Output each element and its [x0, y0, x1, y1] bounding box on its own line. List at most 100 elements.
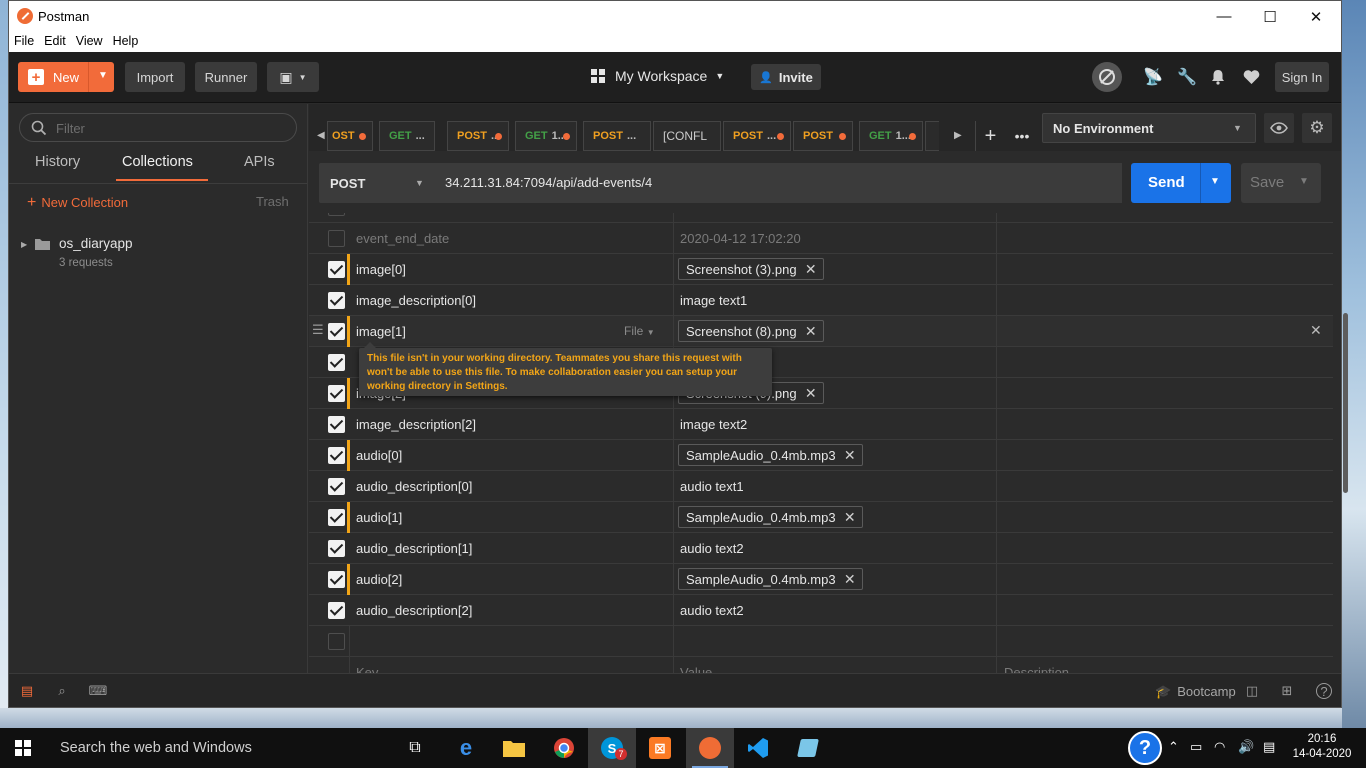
remove-file-icon[interactable]: ✕: [844, 509, 856, 526]
table-row[interactable]: image[0] Screenshot (3).png ✕: [309, 254, 1333, 285]
table-row[interactable]: audio[1] SampleAudio_0.4mb.mp3 ✕: [309, 502, 1333, 533]
param-key[interactable]: audio_description[2]: [356, 603, 472, 618]
value-placeholder[interactable]: Value: [680, 665, 712, 673]
request-tab-partial[interactable]: [925, 121, 939, 151]
close-window-button[interactable]: ✕: [1293, 1, 1339, 32]
save-button[interactable]: Save ▼: [1241, 163, 1321, 203]
row-checkbox[interactable]: [328, 292, 345, 309]
tab-history[interactable]: History: [35, 154, 80, 170]
sign-in-button[interactable]: Sign In: [1275, 62, 1329, 92]
add-tab-button[interactable]: +: [975, 121, 1005, 151]
action-center-icon[interactable]: ▤: [1263, 739, 1275, 755]
table-row[interactable]: audio[2] SampleAudio_0.4mb.mp3 ✕: [309, 564, 1333, 595]
app-icon[interactable]: [784, 728, 832, 768]
gear-icon[interactable]: ⚙: [1302, 113, 1332, 143]
help-icon[interactable]: ?: [1316, 683, 1332, 699]
param-key[interactable]: audio[0]: [356, 448, 402, 463]
bell-icon[interactable]: [1207, 66, 1229, 88]
new-button[interactable]: + New ▼: [18, 62, 114, 92]
maximize-button[interactable]: ☐: [1247, 1, 1293, 32]
row-checkbox[interactable]: [328, 416, 345, 433]
chevron-up-icon[interactable]: ⌃: [1168, 739, 1179, 755]
request-tab[interactable]: [CONFL: [653, 121, 721, 151]
row-checkbox[interactable]: [328, 261, 345, 278]
row-checkbox[interactable]: [328, 478, 345, 495]
param-key[interactable]: event_end_date: [356, 231, 449, 246]
key-placeholder[interactable]: Key: [356, 665, 378, 673]
vscode-icon[interactable]: [734, 728, 782, 768]
find-icon[interactable]: ⌕: [54, 683, 70, 699]
minimize-button[interactable]: —: [1201, 1, 1247, 32]
table-row-placeholder[interactable]: Key Value Description: [309, 657, 1333, 673]
more-tabs-icon[interactable]: •••: [1007, 121, 1037, 151]
chrome-icon[interactable]: [540, 728, 588, 768]
console-icon[interactable]: ⌨: [89, 683, 108, 699]
satellite-icon[interactable]: 📡: [1142, 66, 1164, 88]
table-row[interactable]: event_end_date 2020-04-12 17:02:20: [309, 223, 1333, 254]
type-select[interactable]: File ▼: [624, 324, 655, 338]
remove-file-icon[interactable]: ✕: [805, 385, 817, 402]
param-value[interactable]: image text2: [680, 417, 747, 432]
param-key[interactable]: image[1]: [356, 324, 406, 339]
task-view-icon[interactable]: ⧉: [391, 728, 439, 768]
keyboard-shortcuts-icon[interactable]: ⊞: [1279, 683, 1295, 699]
request-tab[interactable]: POST...: [723, 121, 791, 151]
filter-input[interactable]: Filter: [19, 113, 297, 142]
wrench-icon[interactable]: 🔧: [1176, 66, 1198, 88]
sidebar-toggle-icon[interactable]: ▤: [19, 683, 35, 699]
taskbar-search[interactable]: Search the web and Windows: [60, 740, 252, 756]
row-checkbox[interactable]: [328, 213, 345, 216]
method-select[interactable]: POST ▼: [319, 163, 436, 203]
request-tab[interactable]: GET 1...: [859, 121, 923, 151]
param-key[interactable]: audio[2]: [356, 572, 402, 587]
scroll-right-icon[interactable]: ▶: [954, 130, 962, 141]
row-checkbox[interactable]: [328, 571, 345, 588]
edge-icon[interactable]: e: [442, 728, 490, 768]
row-checkbox[interactable]: [328, 385, 345, 402]
chevron-right-icon[interactable]: ▶: [21, 240, 27, 249]
bootcamp-button[interactable]: 🎓 Bootcamp: [1155, 684, 1236, 700]
request-tab[interactable]: POST: [793, 121, 853, 151]
row-checkbox[interactable]: [328, 602, 345, 619]
scroll-left-icon[interactable]: ◀: [317, 130, 325, 141]
param-value[interactable]: audio text2: [680, 541, 744, 556]
param-key[interactable]: image_description[0]: [356, 293, 476, 308]
param-value[interactable]: image text1: [680, 293, 747, 308]
menu-edit[interactable]: Edit: [39, 32, 71, 52]
request-tab[interactable]: POST...: [447, 121, 509, 151]
chevron-down-icon[interactable]: ▼: [98, 70, 108, 81]
trash-link[interactable]: Trash: [256, 194, 289, 209]
param-value[interactable]: audio text1: [680, 479, 744, 494]
row-checkbox[interactable]: [328, 447, 345, 464]
sync-off-icon[interactable]: [1092, 62, 1122, 92]
xampp-icon[interactable]: ⊠: [636, 728, 684, 768]
two-pane-icon[interactable]: ◫: [1244, 683, 1260, 699]
row-checkbox[interactable]: [328, 509, 345, 526]
wifi-icon[interactable]: ◠: [1214, 739, 1225, 755]
file-chip[interactable]: Screenshot (8).png ✕: [678, 320, 824, 342]
help-tray-icon[interactable]: ?: [1128, 731, 1162, 765]
param-key[interactable]: image_description[2]: [356, 417, 476, 432]
drag-handle-icon[interactable]: ☰: [312, 322, 324, 338]
row-checkbox[interactable]: [328, 230, 345, 247]
new-runner-window-button[interactable]: ▣ ▼: [267, 62, 319, 92]
new-collection-button[interactable]: + New Collection: [27, 194, 128, 212]
menu-help[interactable]: Help: [108, 32, 144, 52]
table-row[interactable]: audio_description[0] audio text1: [309, 471, 1333, 502]
table-row[interactable]: image_description[0] image text1: [309, 285, 1333, 316]
workspace-selector[interactable]: My Workspace ▼: [591, 68, 724, 84]
file-explorer-icon[interactable]: [490, 728, 538, 768]
param-value[interactable]: audio text2: [680, 603, 744, 618]
environment-selector[interactable]: No Environment ▼: [1042, 113, 1256, 143]
param-key[interactable]: audio[1]: [356, 510, 402, 525]
runner-button[interactable]: Runner: [195, 62, 257, 92]
row-checkbox[interactable]: [328, 323, 345, 340]
send-button[interactable]: Send ▼: [1131, 163, 1231, 203]
request-tab[interactable]: GET 1...: [515, 121, 577, 151]
tab-apis[interactable]: APIs: [244, 154, 275, 170]
menu-file[interactable]: File: [9, 32, 39, 52]
table-row[interactable]: ☰ image[1] File ▼ Screenshot (8).png ✕ ✕: [309, 316, 1333, 347]
table-row[interactable]: audio[0] SampleAudio_0.4mb.mp3 ✕: [309, 440, 1333, 471]
invite-button[interactable]: 👤 Invite: [751, 64, 821, 90]
start-button[interactable]: [15, 740, 31, 756]
